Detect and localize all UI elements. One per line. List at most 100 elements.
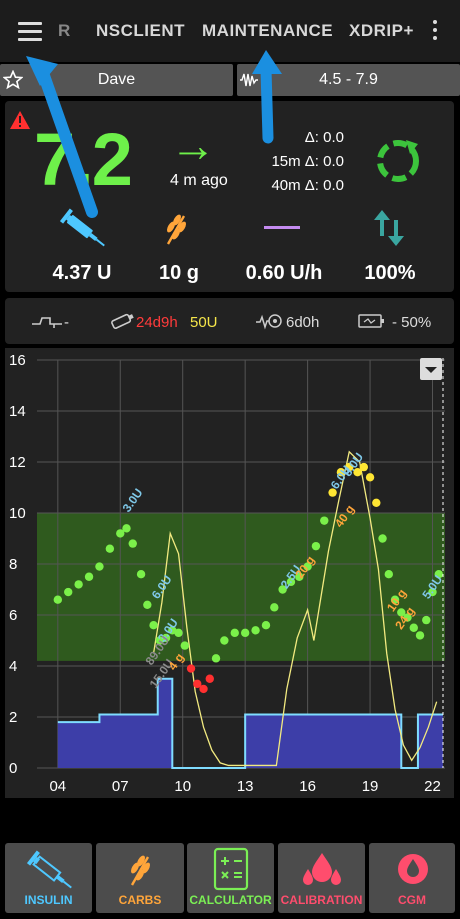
top-app-bar: R NSCLIENT MAINTENANCE XDRIP+ [0,0,460,62]
bg-point [180,641,189,650]
bg-point [143,600,152,609]
bg-chart[interactable]: 3.0U6.0U3.0U89.0U15.0U4 g2.5U20 g6.0U8.0… [5,348,454,798]
bg-point [95,562,104,571]
y-tick-label: 16 [9,352,26,369]
autosens-ratio: 100% [364,262,416,284]
trend-arrow-icon: → [170,119,216,171]
tab-xdrip[interactable]: XDRIP+ [349,21,414,41]
bg-point [149,621,158,630]
bg-point [251,626,260,635]
carbs-button[interactable]: CARBS [96,843,184,913]
tab-maintenance[interactable]: MAINTENANCE [202,21,333,41]
bg-deltas: Δ: 0.0 15m Δ: 0.0 40m Δ: 0.0 [240,126,344,198]
device-status-bar [5,298,454,344]
tab-nsclient[interactable]: NSCLIENT [96,21,185,41]
delta-40m: 40m Δ: 0.0 [271,177,344,194]
bg-point [199,684,208,694]
hamburger-menu-icon[interactable] [18,22,42,42]
carbs-button-label: CARBS [118,893,162,907]
calibration-button-label: CALIBRATION [280,893,363,907]
loop-status-icon[interactable] [372,134,424,186]
y-tick-label: 2 [9,709,17,726]
y-tick-label: 12 [9,454,26,471]
profile-button[interactable]: Dave [0,64,233,96]
tab-partial[interactable]: R [58,21,71,41]
syringe-icon [59,208,105,247]
x-tick-label: 13 [237,778,254,795]
sensor-icon [256,314,282,330]
bg-point [220,636,229,645]
basal-area [57,678,443,768]
battery-icon [358,314,384,328]
bg-point [422,615,431,625]
bg-point [64,587,73,597]
bg-point [270,603,279,612]
y-tick-label: 8 [9,556,17,573]
bg-point [320,516,329,525]
wheat-icon [130,855,150,886]
insulin-on-board: 4.37 U [52,262,112,284]
bg-point [261,621,271,630]
wheat-icon [166,214,186,245]
bolus-label: 3.0U [120,486,146,515]
cgm-sensor-icon [398,854,428,884]
sensor-age: 6d0h [286,314,320,331]
overflow-menu-icon[interactable] [428,20,442,44]
x-tick-label: 04 [49,778,66,795]
bg-point [378,534,387,543]
x-tick-label: 19 [362,778,379,795]
bg-point [136,570,146,579]
calculator-button[interactable]: CALCULATOR [187,843,274,913]
bg-point [84,572,94,581]
y-tick-label: 14 [9,403,26,420]
bg-point [74,580,83,589]
insulin-button-label: INSULIN [24,893,73,907]
delta-15m: 15m Δ: 0.0 [271,153,344,170]
x-tick-label: 10 [174,778,191,795]
bg-point [311,541,321,551]
cannula-icon [32,317,62,328]
basal-icon [264,226,300,229]
bg-point [53,595,63,604]
bg-point [211,654,221,663]
bg-point [122,524,131,533]
warning-icon [10,111,30,129]
delta: Δ: 0.0 [304,129,344,146]
bg-time-ago: 4 m ago [170,172,228,189]
blood-drops-icon [303,853,341,885]
x-tick-label: 16 [299,778,316,795]
bg-point [240,628,250,638]
cgm-button-label: CGM [398,893,426,907]
x-tick-label: 07 [112,778,129,795]
reservoir-age: 24d9h [136,314,178,331]
y-tick-label: 0 [9,760,17,777]
cgm-button[interactable]: CGM [369,843,455,913]
profile-name: Dave [97,71,136,88]
calculator-button-label: CALCULATOR [189,893,272,907]
battery-level: - 50% [392,314,432,331]
x-tick-label: 22 [424,778,441,795]
target-range: 4.5 - 7.9 [319,71,378,88]
reservoir-units: 50U [190,314,218,331]
bg-point [205,674,214,683]
syringe-icon [26,850,72,889]
y-tick-label: 10 [9,505,26,522]
bg-chart-panel[interactable]: 3.0U 6.0U 3.0U 89.0U 15.0U 4 g 2.5U 20 g 6.0U 8.0… [5,348,454,798]
target-range-button[interactable]: 4.5 - 7.9 [237,64,460,96]
basal-rate: 0.60 U/h [245,262,323,284]
bg-point [409,623,418,632]
bg-point [365,473,375,482]
bg-point [105,544,115,553]
calibration-button[interactable]: CALIBRATION [278,843,365,913]
bg-point [415,631,425,640]
carbs-on-board: 10 g [158,262,200,284]
calculator-icon [213,847,249,891]
bg-point [230,628,239,638]
bg-point [372,498,381,507]
insulin-button[interactable]: INSULIN [5,843,92,913]
y-tick-label: 4 [9,658,17,675]
bg-point [128,539,137,548]
bg-point [186,664,196,673]
autosens-arrows-icon [374,210,404,246]
bg-point [384,570,393,579]
